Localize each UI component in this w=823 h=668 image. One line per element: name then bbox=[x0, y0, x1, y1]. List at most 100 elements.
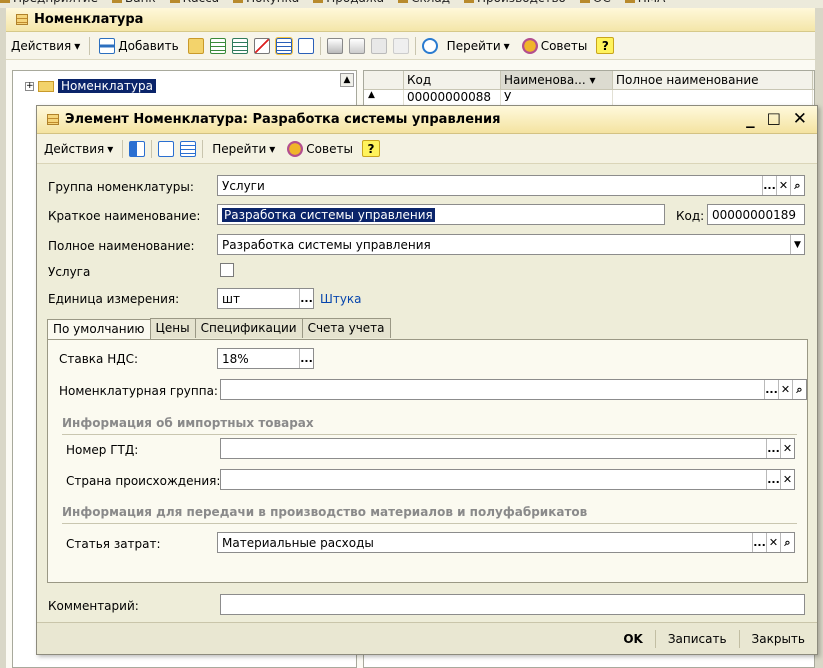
menu-item-icon bbox=[233, 0, 244, 3]
top-menu-item[interactable]: Банк bbox=[111, 0, 156, 5]
service-checkbox[interactable] bbox=[220, 263, 234, 277]
row-name: У bbox=[501, 90, 613, 106]
top-menu-item[interactable]: ОС bbox=[579, 0, 611, 5]
level-up-icon[interactable] bbox=[297, 37, 314, 54]
open-search-icon[interactable]: ⌕ bbox=[780, 533, 794, 552]
help-button[interactable]: ? bbox=[596, 37, 615, 54]
save-button[interactable]: Записать bbox=[664, 629, 731, 649]
dialog-help-button[interactable]: ? bbox=[361, 140, 380, 157]
tab-specifications[interactable]: Спецификации bbox=[194, 318, 303, 338]
filter-icon[interactable] bbox=[326, 37, 343, 54]
vat-field[interactable]: 18% ... bbox=[217, 348, 314, 369]
tab-accounts[interactable]: Счета учета bbox=[301, 318, 391, 338]
unit-full-name-link[interactable]: Штука bbox=[320, 292, 362, 306]
select-ellipsis-button[interactable]: ... bbox=[299, 349, 313, 368]
country-field-buttons: ... ✕ bbox=[766, 470, 794, 489]
dialog-actions-menu-button[interactable]: Действия ▾ bbox=[41, 140, 116, 158]
dialog-tips-button[interactable]: Советы bbox=[284, 139, 356, 159]
add-row-icon bbox=[99, 37, 116, 54]
tab-defaults[interactable]: По умолчанию bbox=[47, 319, 151, 339]
reread-icon[interactable] bbox=[158, 140, 175, 157]
full-name-field[interactable]: Разработка системы управления ▼ bbox=[217, 234, 805, 255]
cost-item-field[interactable]: Материальные расходы ... ✕ ⌕ bbox=[217, 532, 795, 553]
copy-icon[interactable] bbox=[209, 37, 226, 54]
select-ellipsis-button[interactable]: ... bbox=[764, 380, 778, 399]
minimize-icon[interactable]: _ bbox=[746, 109, 755, 129]
tab-prices[interactable]: Цены bbox=[149, 318, 196, 338]
comment-field[interactable] bbox=[220, 594, 805, 615]
top-menu-item[interactable]: Предприятие bbox=[0, 0, 98, 5]
clear-x-icon[interactable]: ✕ bbox=[778, 380, 792, 399]
toolbar-separator bbox=[414, 36, 416, 55]
add-button[interactable]: Добавить bbox=[96, 36, 181, 56]
filter-by-value-icon[interactable] bbox=[348, 37, 365, 54]
table-icon bbox=[47, 114, 59, 125]
gtd-label: Номер ГТД: bbox=[66, 443, 139, 457]
add-folder-icon[interactable] bbox=[187, 37, 204, 54]
filter-history-icon[interactable] bbox=[370, 37, 387, 54]
top-menu-items: Предприятие Банк Касса Покупка Продажа Склад П… bbox=[0, 0, 665, 5]
hierarchy-view-icon[interactable] bbox=[274, 36, 293, 55]
grid-col-name-label: Наименова... bbox=[504, 73, 586, 87]
table-icon bbox=[16, 14, 28, 25]
country-field[interactable]: ... ✕ bbox=[220, 469, 795, 490]
mark-delete-icon[interactable] bbox=[253, 37, 270, 54]
clear-filter-icon[interactable] bbox=[392, 37, 409, 54]
select-ellipsis-button[interactable]: ... bbox=[766, 439, 780, 458]
country-label: Страна происхождения: bbox=[66, 474, 221, 488]
open-search-icon[interactable]: ⌕ bbox=[790, 176, 804, 195]
select-ellipsis-button[interactable]: ... bbox=[762, 176, 776, 195]
chevron-down-icon[interactable]: ▼ bbox=[790, 235, 804, 254]
ok-button[interactable]: OK bbox=[619, 629, 647, 649]
gtd-field[interactable]: ... ✕ bbox=[220, 438, 795, 459]
top-menu-item[interactable]: Покупка bbox=[233, 0, 299, 5]
short-name-field[interactable]: Разработка системы управления bbox=[217, 204, 665, 225]
grid-col-fullname[interactable]: Полное наименование bbox=[613, 71, 813, 89]
top-menu-item[interactable]: Производство bbox=[464, 0, 566, 5]
dialog-titlebar[interactable]: Элемент Номенклатура: Разработка системы… bbox=[37, 106, 817, 134]
goto-menu-button[interactable]: Перейти ▾ bbox=[444, 37, 513, 55]
select-ellipsis-button[interactable]: ... bbox=[299, 289, 313, 308]
nom-group-label: Номенклатурная группа: bbox=[59, 384, 218, 398]
row-fullname bbox=[613, 90, 813, 106]
top-menu-item-label: Касса bbox=[183, 0, 219, 5]
clear-x-icon[interactable]: ✕ bbox=[766, 533, 780, 552]
open-search-icon[interactable]: ⌕ bbox=[792, 380, 806, 399]
select-ellipsis-button[interactable]: ... bbox=[766, 470, 780, 489]
clear-x-icon[interactable]: ✕ bbox=[780, 439, 794, 458]
top-menu-item[interactable]: Продажа bbox=[313, 0, 384, 5]
nom-group-field[interactable]: ... ✕ ⌕ bbox=[220, 379, 807, 400]
tips-button[interactable]: Советы bbox=[519, 36, 591, 56]
unit-field[interactable]: шт ... bbox=[217, 288, 314, 309]
sort-arrow-icon: ▾ bbox=[589, 73, 596, 87]
top-menu-item[interactable]: Склад bbox=[398, 0, 450, 5]
short-name-value: Разработка системы управления bbox=[222, 207, 435, 222]
tree-root-item[interactable]: + Номенклатура bbox=[25, 79, 156, 93]
dialog-goto-menu-button[interactable]: Перейти ▾ bbox=[209, 140, 278, 158]
select-ellipsis-button[interactable]: ... bbox=[752, 533, 766, 552]
scroll-up-button[interactable]: ▲ bbox=[340, 73, 354, 87]
top-menu-item-label: Склад bbox=[411, 0, 450, 5]
actions-menu-button[interactable]: Действия ▾ bbox=[8, 37, 83, 55]
write-and-close-icon[interactable] bbox=[129, 140, 146, 157]
grid-col-name[interactable]: Наименова... ▾ bbox=[501, 71, 613, 89]
dialog-goto-label: Перейти bbox=[212, 141, 267, 156]
copy-icon[interactable] bbox=[180, 140, 197, 157]
dropdown-arrow-icon: ▾ bbox=[269, 141, 276, 156]
maximize-icon[interactable]: □ bbox=[767, 109, 781, 129]
code-field[interactable]: 00000000189 bbox=[707, 204, 805, 225]
top-menu-item-label: НМА bbox=[638, 0, 666, 5]
clear-x-icon[interactable]: ✕ bbox=[776, 176, 790, 195]
grid-col-code[interactable]: Код bbox=[404, 71, 501, 89]
close-button[interactable]: Закрыть bbox=[748, 629, 809, 649]
close-icon[interactable]: ✕ bbox=[793, 109, 807, 129]
edit-icon[interactable] bbox=[231, 37, 248, 54]
group-field[interactable]: Услуги ... ✕ ⌕ bbox=[217, 175, 805, 196]
expand-icon[interactable]: + bbox=[25, 81, 34, 91]
top-menu-item[interactable]: Касса bbox=[169, 0, 219, 5]
toolbar-separator bbox=[89, 36, 91, 55]
refresh-icon[interactable] bbox=[421, 37, 438, 54]
top-menu-item[interactable]: НМА bbox=[624, 0, 666, 5]
clear-x-icon[interactable]: ✕ bbox=[780, 470, 794, 489]
button-separator bbox=[738, 629, 740, 648]
